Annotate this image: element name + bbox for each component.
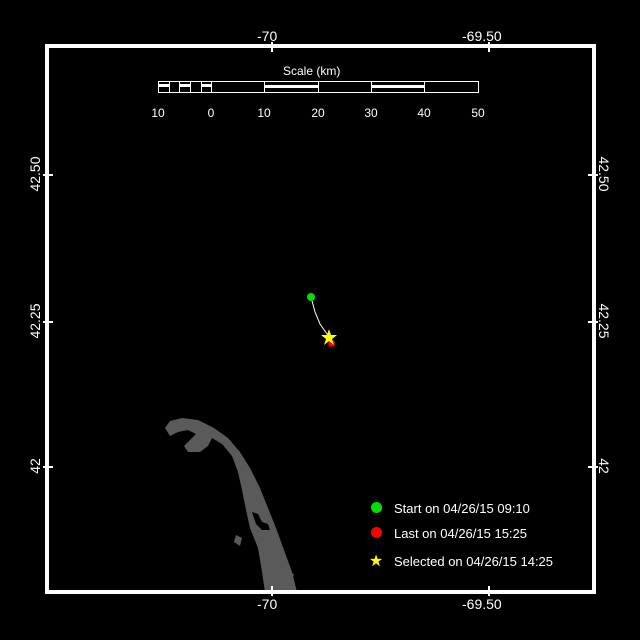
legend-item-start: Start on 04/26/15 09:10	[368, 501, 530, 516]
green-dot-icon	[368, 501, 384, 516]
scale-tick: 30	[364, 106, 378, 120]
star-icon: ★	[368, 553, 384, 570]
top-longitude-label: -70	[257, 28, 278, 44]
scale-tick: 10	[151, 106, 165, 120]
scale-tick: 40	[417, 106, 431, 120]
start-marker	[307, 293, 315, 301]
right-latitude-label: 42	[596, 458, 612, 474]
right-latitude-label: 42.50	[596, 156, 612, 192]
scale-tick: 50	[471, 106, 485, 120]
bottom-longitude-label: -69.50	[462, 596, 502, 612]
legend-label: Start on 04/26/15 09:10	[394, 501, 530, 516]
scale-title: Scale (km)	[283, 64, 341, 78]
scale-tick: 10	[257, 106, 271, 120]
scale-tick: 0	[207, 106, 215, 120]
left-latitude-label: 42.25	[27, 303, 43, 339]
legend-item-selected: ★ Selected on 04/26/15 14:25	[368, 551, 553, 571]
left-latitude-label: 42	[27, 458, 43, 474]
right-latitude-label: 42.25	[596, 303, 612, 339]
legend-label: Selected on 04/26/15 14:25	[394, 553, 554, 569]
legend-item-last: Last on 04/26/15 15:25	[368, 526, 527, 541]
left-latitude-label: 42.50	[27, 156, 43, 192]
scale-tick: 20	[311, 106, 325, 120]
legend-label: Last on 04/26/15 15:25	[394, 526, 528, 541]
bottom-longitude-label: -70	[257, 596, 278, 612]
top-longitude-label: -69.50	[462, 28, 502, 44]
map-canvas	[0, 0, 640, 640]
red-dot-icon	[368, 526, 384, 541]
